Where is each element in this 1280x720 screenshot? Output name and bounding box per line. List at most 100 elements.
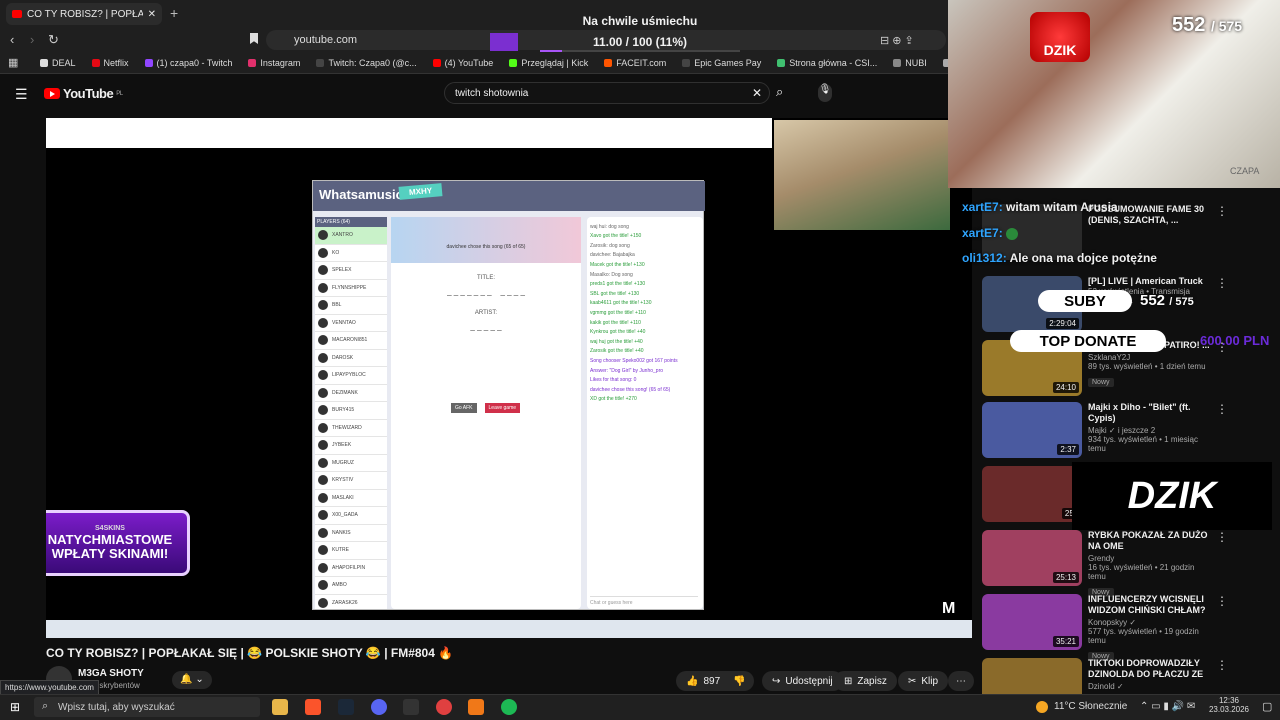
player-avatar [318, 545, 328, 556]
more-actions-icon[interactable]: ⋯ [948, 671, 974, 691]
search-icon[interactable]: ⌕ [776, 84, 783, 100]
recommendation-channel[interactable]: SzklanaY2J [1088, 353, 1212, 362]
obs-icon[interactable] [436, 699, 452, 715]
recommendation-channel[interactable]: Majki ✓ i jeszcze 2 [1088, 426, 1212, 435]
suby-goal: 575 [1175, 296, 1194, 308]
player-avatar [318, 265, 328, 276]
recommendation-thumbnail[interactable]: 25: [982, 466, 1082, 522]
stream-desktop: Whatsamusic MXHY PLAYERS (64) XANTRO KO SP… [46, 148, 772, 620]
dislike-icon[interactable]: 👎 [733, 676, 745, 687]
discord-icon[interactable] [371, 699, 387, 715]
browser-tools-icon[interactable]: ⊟ ⊕ ⇪ [880, 34, 914, 47]
game-window: Whatsamusic MXHY PLAYERS (64) XANTRO KO SP… [312, 180, 705, 610]
more-options-icon[interactable]: ⋮ [1216, 276, 1228, 290]
clip-icon: ✂ [908, 675, 917, 687]
game-chat-line: waj hui: dog song [590, 223, 629, 230]
like-count[interactable]: 897 [703, 676, 720, 687]
bookmark-item[interactable]: Przeglądaj | Kick [509, 58, 588, 68]
youtube-logo[interactable]: YouTube PL [44, 86, 123, 101]
clock[interactable]: 12:36 23.03.2026 [1206, 696, 1252, 714]
faceit-icon[interactable] [468, 699, 484, 715]
recommendation-channel[interactable]: Grendy [1088, 554, 1212, 563]
bookmark-item[interactable]: Instagram [248, 58, 300, 68]
title-label: TITLE: [476, 275, 495, 281]
video-duration: 35:21 [1052, 636, 1079, 647]
bookmark-item[interactable]: Epic Games Pay [682, 58, 761, 68]
game-chat-input[interactable]: Chat or guess here [590, 596, 698, 606]
brave-icon[interactable] [305, 699, 321, 715]
bookmark-item[interactable]: Strona główna - CSI... [777, 58, 877, 68]
recommendation-title[interactable]: Majki x Diho - "Bilet" (ft. Cypis) [1088, 402, 1212, 424]
bookmark-item[interactable]: (4) YouTube [432, 58, 493, 68]
mic-icon[interactable]: 🎙 [818, 84, 832, 102]
new-tab-icon[interactable]: + [170, 5, 178, 21]
windows-start-icon[interactable]: ⊞ [10, 700, 20, 714]
back-icon[interactable]: ‹ [10, 32, 14, 47]
tray-icons[interactable]: ⌃ ▭ ▮ 🔊 ✉ [1140, 701, 1195, 712]
recommendation-thumbnail[interactable]: 25:13 [982, 530, 1082, 586]
weather-text[interactable]: 11°C Słonecznie [1054, 701, 1127, 712]
bookmark-icon [509, 58, 518, 67]
search-value: twitch shotownia [455, 87, 529, 99]
clear-search-icon[interactable]: ✕ [752, 86, 762, 100]
notifications-icon[interactable]: ▢ [1262, 700, 1272, 713]
recommendation-title[interactable]: [PL] LIVE | American Truck [1088, 276, 1212, 287]
recommendation-info: Majki x Diho - "Bilet" (ft. Cypis) Majki … [1088, 402, 1212, 453]
leave-game-button[interactable]: Leave game [484, 403, 521, 413]
taskbar-search-input[interactable]: Wpisz tutaj, aby wyszukać [34, 697, 260, 717]
more-options-icon[interactable]: ⋮ [1216, 402, 1228, 416]
share-button[interactable]: ↪ Udostępnij [762, 671, 843, 691]
recommendation-item[interactable]: 25:13 RYBKA POKAZAŁ ZA DUŻO NA OME Grendy 1… [982, 530, 1232, 597]
save-icon: ⊞ [844, 675, 853, 687]
search-input[interactable]: twitch shotownia [444, 82, 770, 104]
recommendation-title[interactable]: RYBKA POKAZAŁ ZA DUŻO NA OME [1088, 530, 1212, 552]
player-name: VENNTAO [332, 319, 356, 326]
save-button[interactable]: ⊞ Zapisz [834, 671, 897, 691]
recommendation-thumbnail[interactable]: 2:37 [982, 402, 1082, 458]
player-avatar [318, 440, 328, 451]
close-tab-icon[interactable]: ✕ [148, 9, 156, 20]
reload-icon[interactable]: ↻ [48, 32, 59, 48]
clip-button[interactable]: ✂ Klip [898, 671, 949, 691]
recommendation-channel[interactable]: Konopskyy ✓ [1088, 618, 1212, 627]
sub-counter: 552 / 575 [1172, 14, 1243, 36]
more-options-icon[interactable]: ⋮ [1216, 530, 1228, 544]
bookmark-item[interactable]: DEAL [40, 58, 76, 68]
epic-games-icon[interactable] [403, 699, 419, 715]
recommendation-channel[interactable]: Dzinold ✓ [1088, 682, 1212, 691]
player-name: KO [332, 249, 340, 256]
clip-label: Klip [921, 675, 939, 687]
apps-grid-icon[interactable]: ▦ [8, 56, 18, 69]
video-player[interactable]: Whatsamusic MXHY PLAYERS (64) XANTRO KO SP… [46, 118, 972, 638]
more-options-icon[interactable]: ⋮ [1216, 594, 1228, 608]
status-url: https://www.youtube.com [0, 680, 99, 695]
recommendation-item[interactable]: 35:21 INFLUENCERZY WCISNĘLI WIDZOM CHIŃSK… [982, 594, 1232, 661]
more-options-icon[interactable]: ⋮ [1216, 204, 1228, 218]
bookmark-icon [40, 58, 48, 67]
recommendation-title[interactable]: TIKTOKI DOPROWADZIŁY DZINOLDA DO PŁACZU … [1088, 658, 1212, 680]
notifications-bell-icon[interactable]: 🔔 ⌄ [172, 671, 212, 689]
bookmark-item[interactable]: Twitch: Czapa0 (@c... [316, 58, 417, 68]
forward-icon[interactable]: › [30, 32, 34, 47]
bookmark-icon [91, 58, 100, 67]
song-chooser-text: davichee chose this song (65 of 65) [391, 217, 581, 263]
more-options-icon[interactable]: ⋮ [1216, 658, 1228, 672]
bookmark-item[interactable]: FACEIT.com [604, 58, 666, 68]
browser-tab[interactable]: CO TY ROBISZ? | POPŁAKAŁ S ✕ [6, 3, 162, 25]
bookmark-item[interactable]: NUBI [893, 58, 927, 68]
like-icon[interactable]: 👍 [686, 676, 698, 687]
recommendation-title[interactable]: INFLUENCERZY WCISNĘLI WIDZOM CHIŃSKI CHŁ… [1088, 594, 1212, 616]
player-row: FLYNNSHIPPE [315, 280, 387, 297]
go-afk-button[interactable]: Go AFK [451, 403, 477, 413]
recommendation-thumbnail[interactable]: 35:21 [982, 594, 1082, 650]
steam-icon[interactable] [338, 699, 354, 715]
game-chat-line: Answer: "Dog Girl" by Junho_pro [590, 367, 664, 374]
channel-name[interactable]: M3GA SHOTY [78, 668, 144, 679]
player-row: BURY415 [315, 402, 387, 420]
menu-icon[interactable]: ☰ [15, 86, 28, 103]
recommendation-item[interactable]: 2:37 Majki x Diho - "Bilet" (ft. Cypis) Ma… [982, 402, 1232, 462]
spotify-icon[interactable] [501, 699, 517, 715]
bookmark-item[interactable]: Netflix [91, 58, 129, 68]
bookmark-item[interactable]: (1) czapa0 - Twitch [144, 58, 232, 68]
file-explorer-icon[interactable] [272, 699, 288, 715]
